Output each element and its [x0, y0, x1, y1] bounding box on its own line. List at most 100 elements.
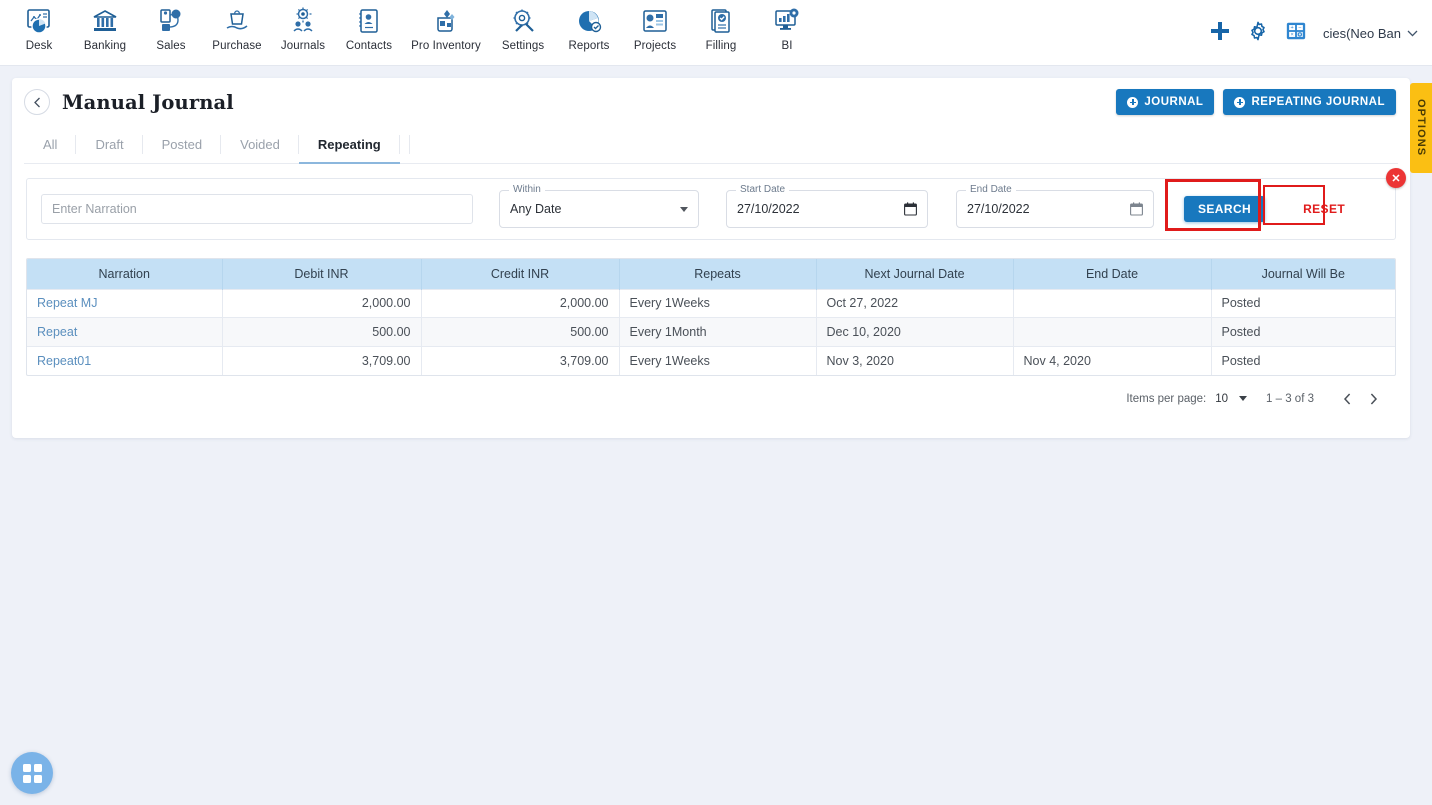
- options-side-tab[interactable]: OPTIONS: [1410, 83, 1432, 173]
- repeating-journal-button-label: REPEATING JOURNAL: [1251, 96, 1385, 108]
- nav-item-settings[interactable]: Settings: [490, 4, 556, 52]
- end-date-label: End Date: [966, 184, 1016, 195]
- cell-end-date: Nov 4, 2020: [1013, 345, 1212, 375]
- end-date-field[interactable]: End Date 27/10/2022: [956, 184, 1154, 228]
- within-label: Within: [509, 184, 545, 195]
- table-row[interactable]: Repeat MJ 2,000.00 2,000.00 Every 1Weeks…: [27, 288, 1395, 318]
- repeating-journals-table: Narration Debit INR Credit INR Repeats N…: [27, 259, 1395, 375]
- settings-icon: [506, 4, 540, 38]
- tab-divider: [400, 126, 410, 163]
- table-row[interactable]: Repeat 500.00 500.00 Every 1Month Dec 10…: [27, 317, 1395, 346]
- purchase-icon: [220, 4, 254, 38]
- cell-debit: 3,709.00: [222, 345, 422, 375]
- items-per-page-value[interactable]: 10: [1215, 393, 1228, 405]
- tab-label: Voided: [240, 137, 280, 152]
- chevron-down-icon: [1407, 27, 1418, 39]
- tab-repeating[interactable]: Repeating: [298, 126, 400, 164]
- column-header-repeats[interactable]: Repeats: [619, 259, 817, 289]
- nav-label: Contacts: [345, 40, 393, 52]
- search-filter-panel: ✕ Within Any Date Start Date 27/10/2022 …: [26, 168, 1406, 240]
- back-button[interactable]: [24, 89, 50, 115]
- close-icon[interactable]: ✕: [1386, 168, 1406, 188]
- chevron-down-icon: [680, 206, 688, 212]
- nav-label: Sales: [156, 40, 186, 52]
- nav-item-banking[interactable]: Banking: [72, 4, 138, 52]
- nav-item-journals[interactable]: Journals: [270, 4, 336, 52]
- gear-icon[interactable]: [1247, 20, 1269, 47]
- cell-end-date: [1013, 317, 1212, 346]
- journals-icon: [286, 4, 320, 38]
- search-button[interactable]: SEARCH: [1184, 196, 1266, 222]
- column-header-end-date[interactable]: End Date: [1013, 259, 1212, 289]
- plus-circle-icon: [1127, 96, 1139, 108]
- within-select[interactable]: Within Any Date: [499, 184, 699, 228]
- reset-button[interactable]: RESET: [1291, 196, 1358, 222]
- column-header-next-journal-date[interactable]: Next Journal Date: [816, 259, 1014, 289]
- previous-page-button[interactable]: [1334, 386, 1360, 412]
- nav-item-filling[interactable]: Filling: [688, 4, 754, 52]
- company-name: cies(Neo Ban: [1322, 25, 1401, 41]
- journal-status-tabs: All Draft Posted Voided Repeating: [24, 126, 1398, 164]
- cell-debit: 2,000.00: [222, 288, 422, 318]
- calculator-icon[interactable]: + − ×: [1285, 20, 1307, 47]
- cell-credit: 2,000.00: [421, 288, 620, 318]
- tab-label: Draft: [95, 137, 124, 152]
- journal-button[interactable]: JOURNAL: [1116, 89, 1215, 115]
- column-header-debit-inr[interactable]: Debit INR: [222, 259, 422, 289]
- nav-item-pro-inventory[interactable]: Pro Inventory: [402, 4, 490, 52]
- nav-item-projects[interactable]: Projects: [622, 4, 688, 52]
- apps-grid-icon: [22, 763, 42, 783]
- end-date-value: 27/10/2022: [967, 202, 1030, 216]
- projects-icon: [638, 4, 672, 38]
- active-tab-indicator: [298, 162, 400, 164]
- tab-all[interactable]: All: [24, 126, 77, 163]
- calendar-icon[interactable]: [1130, 202, 1143, 216]
- options-tab-label: OPTIONS: [1415, 99, 1427, 157]
- nav-label: BI: [781, 40, 793, 52]
- narration-link[interactable]: Repeat01: [37, 354, 91, 368]
- nav-item-contacts[interactable]: Contacts: [336, 4, 402, 52]
- page-header: Manual Journal JOURNAL REPEATING JOURNAL: [12, 78, 1410, 126]
- tab-label: All: [43, 137, 58, 152]
- chevron-left-icon: [33, 97, 42, 108]
- chevron-down-icon[interactable]: [1239, 396, 1248, 401]
- top-nav-actions: + − × cies(Neo Ban: [1209, 0, 1432, 66]
- tab-draft[interactable]: Draft: [76, 126, 143, 163]
- nav-item-bi[interactable]: BI: [754, 4, 820, 52]
- items-per-page-label: Items per page:: [1126, 392, 1207, 405]
- cell-repeats: Every 1Weeks: [619, 288, 817, 318]
- cell-repeats: Every 1Month: [619, 317, 817, 346]
- plus-icon[interactable]: [1209, 20, 1231, 47]
- svg-text:×: ×: [1290, 32, 1293, 38]
- table-row[interactable]: Repeat01 3,709.00 3,709.00 Every 1Weeks …: [27, 345, 1395, 375]
- tab-posted[interactable]: Posted: [143, 126, 222, 163]
- svg-text:+: +: [1290, 25, 1293, 31]
- journal-button-label: JOURNAL: [1144, 96, 1204, 108]
- narration-link[interactable]: Repeat: [37, 325, 77, 339]
- narration-link[interactable]: Repeat MJ: [37, 296, 97, 310]
- nav-item-reports[interactable]: Reports: [556, 4, 622, 52]
- repeating-journal-button[interactable]: REPEATING JOURNAL: [1223, 89, 1396, 115]
- column-header-credit-inr[interactable]: Credit INR: [421, 259, 620, 289]
- contacts-icon: [352, 4, 386, 38]
- cell-next-journal-date: Nov 3, 2020: [816, 345, 1014, 375]
- calendar-icon[interactable]: [904, 202, 917, 216]
- apps-launcher-button[interactable]: [11, 752, 53, 794]
- nav-label: Purchase: [212, 40, 262, 52]
- reports-icon: [572, 4, 606, 38]
- table-paginator: Items per page: 10 1 – 3 of 3: [12, 376, 1410, 422]
- company-selector[interactable]: cies(Neo Ban: [1323, 26, 1418, 41]
- cell-next-journal-date: Dec 10, 2020: [816, 317, 1014, 346]
- nav-label: Filling: [705, 40, 737, 52]
- tab-voided[interactable]: Voided: [221, 126, 299, 163]
- narration-input[interactable]: [41, 194, 473, 224]
- svg-text:−: −: [1298, 25, 1301, 31]
- column-header-narration[interactable]: Narration: [27, 259, 223, 289]
- nav-label: Reports: [568, 40, 610, 52]
- nav-item-sales[interactable]: Sales: [138, 4, 204, 52]
- nav-item-purchase[interactable]: Purchase: [204, 4, 270, 52]
- nav-item-desk[interactable]: Desk: [6, 4, 72, 52]
- next-page-button[interactable]: [1360, 386, 1386, 412]
- column-header-journal-will-be[interactable]: Journal Will Be: [1211, 259, 1395, 289]
- start-date-field[interactable]: Start Date 27/10/2022: [726, 184, 928, 228]
